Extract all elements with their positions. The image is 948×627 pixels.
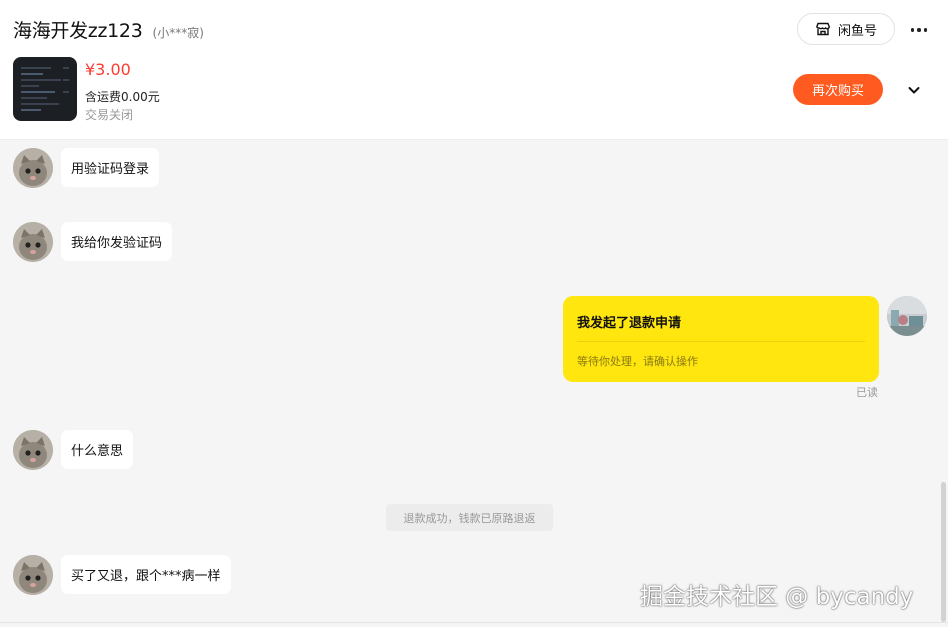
message-bubble: 用验证码登录 [61,148,160,187]
avatar[interactable] [13,555,53,595]
avatar[interactable] [13,222,53,262]
scrollbar[interactable] [941,482,946,622]
avatar[interactable] [13,430,53,470]
message-bubble: 我给你发验证码 [61,222,173,261]
message-bubble: 买了又退，跟个***病一样 [61,555,231,594]
refund-request-card[interactable]: 我发起了退款申请 等待你处理，请确认操作 [563,296,879,382]
chat-title: 海海开发zz123 [13,20,143,42]
read-status: 已读 [856,386,878,399]
system-notice: 退款成功，钱款已原路退返 [386,504,553,531]
refund-card-subtitle: 等待你处理，请确认操作 [577,355,698,368]
shop-icon [816,22,830,36]
title-row: 海海开发zz123 (小***寂) [13,16,204,43]
avatar[interactable] [13,148,53,188]
order-shipping: 含运费0.00元 [85,90,160,104]
refund-card-title: 我发起了退款申请 [577,316,682,331]
shop-button[interactable]: 闲鱼号 [797,13,895,45]
rebuy-button[interactable]: 再次购买 [793,74,883,105]
more-icon[interactable] [908,20,930,40]
divider [0,622,948,623]
self-avatar[interactable] [887,296,927,336]
product-thumbnail[interactable] [13,57,77,121]
shop-button-label: 闲鱼号 [837,23,877,39]
watermark: 掘金技术社区 @ bycandy [640,584,914,610]
order-price: ¥3.00 [85,60,131,79]
chat-subtitle: (小***寂) [152,26,204,40]
chat-header: 海海开发zz123 (小***寂) 闲鱼号 ¥3.00 含运费0.00元 交易关… [0,0,948,140]
divider [577,341,865,342]
chevron-down-icon[interactable] [906,82,922,98]
message-bubble: 什么意思 [61,430,134,469]
order-status: 交易关闭 [85,108,134,122]
